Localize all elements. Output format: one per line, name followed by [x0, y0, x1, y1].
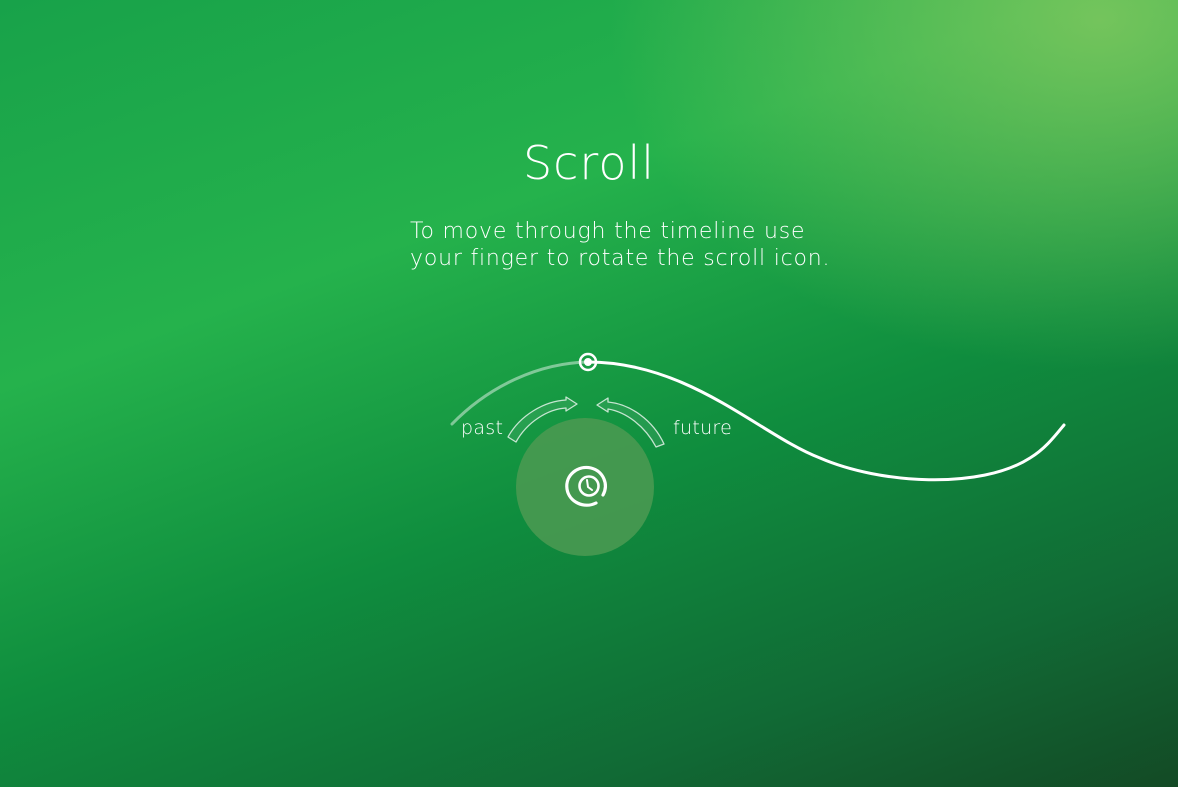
past-label: past	[461, 417, 504, 439]
scroll-dial[interactable]	[516, 418, 654, 556]
future-label: future	[673, 417, 733, 439]
timeline-past-segment	[450, 360, 590, 426]
timeline-future-segment	[586, 360, 1066, 482]
timeline-illustration	[450, 352, 1066, 556]
